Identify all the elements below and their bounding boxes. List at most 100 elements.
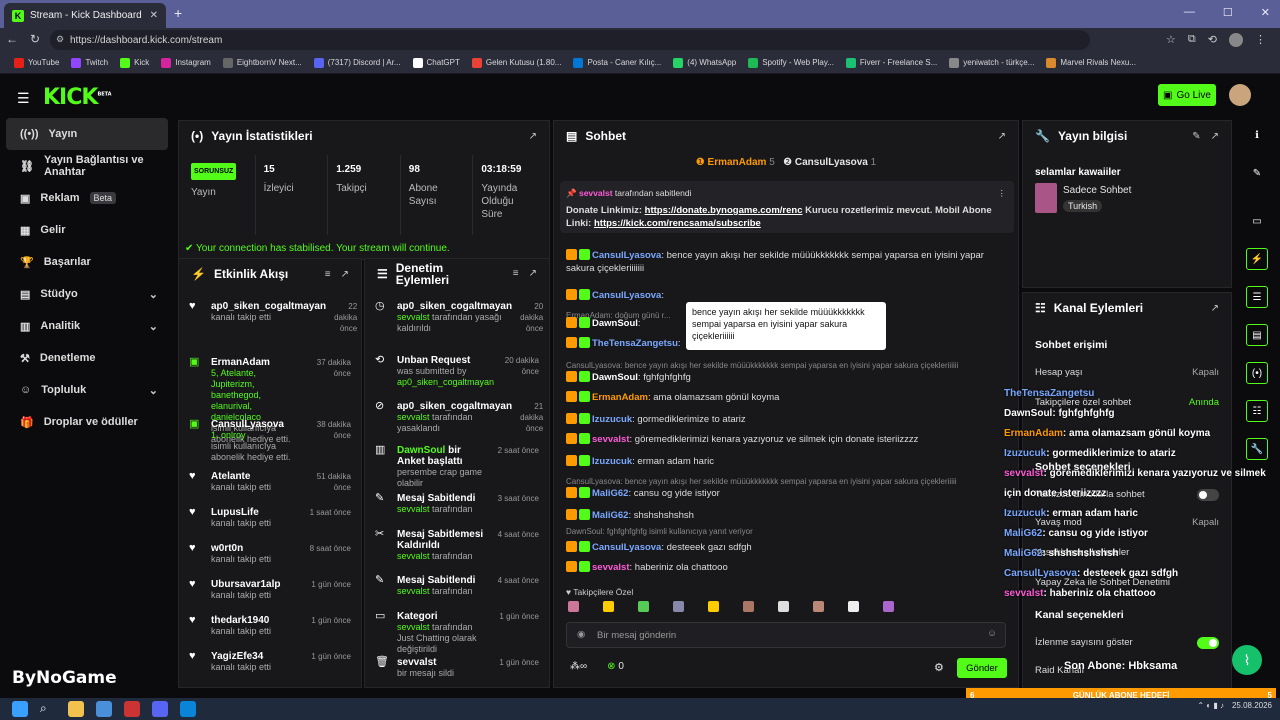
edge-icon[interactable]	[180, 701, 196, 717]
chat-username[interactable]: Izuzucuk	[592, 456, 632, 467]
popout-icon[interactable]: ↗	[1211, 303, 1219, 314]
show-viewcount-row[interactable]: İzlenme sayısını göster	[1035, 637, 1219, 649]
chat-message[interactable]: sevvalst: haberiniz ola chattooo	[566, 561, 1006, 574]
pencil-icon[interactable]: ✎	[1246, 162, 1268, 184]
chat-username[interactable]: sevvalst	[592, 562, 630, 573]
chat-username[interactable]: CansulLyasova	[592, 290, 661, 301]
site-info-icon[interactable]: ⚙	[56, 34, 64, 45]
emote[interactable]	[568, 601, 579, 612]
chat-username[interactable]: sevvalst	[592, 434, 630, 445]
app-icon[interactable]	[124, 701, 140, 717]
history-icon[interactable]: ⟲	[1208, 33, 1217, 47]
feed-item[interactable]: ♥ Atelante kanalı takip etti 51 dakika önce	[179, 471, 361, 493]
bookmark-item[interactable]: Posta - Caner Kılıç...	[567, 57, 667, 68]
feed-item[interactable]: ♥ ap0_siken_cogaltmayan kanalı takip etti 2…	[179, 301, 361, 334]
emote[interactable]	[848, 601, 859, 612]
sidebar-item[interactable]: ▥ Analitik ⌄	[0, 310, 174, 342]
menu-icon[interactable]: ⋮	[1255, 33, 1266, 47]
emote[interactable]	[743, 601, 754, 612]
subscribe-link[interactable]: https://kick.com/rencsama/subscribe	[594, 218, 761, 229]
feed-item[interactable]: ♥ Ubursavar1alp kanalı takip etti 1 gün önc…	[179, 579, 361, 601]
extensions-icon[interactable]: ⧉	[1188, 33, 1196, 47]
chat-message[interactable]: Izuzucuk: erman adam haric	[566, 455, 1006, 468]
app-icon[interactable]	[96, 701, 112, 717]
browser-tab[interactable]: K Stream - Kick Dashboard ✕	[4, 3, 166, 28]
minimize-icon[interactable]: —	[1184, 6, 1195, 19]
bookmark-item[interactable]: (4) WhatsApp	[667, 57, 742, 68]
bookmark-item[interactable]: Gelen Kutusu (1.80...	[466, 57, 568, 68]
chat-username[interactable]: Izuzucuk	[592, 414, 632, 425]
sidebar-item[interactable]: ▣ Reklam Beta	[0, 182, 174, 214]
popout-icon[interactable]: ↗	[529, 131, 537, 142]
mod-item[interactable]: ▥ DawnSoul bir Anket başlattı persembe cra…	[365, 445, 549, 489]
bookmark-item[interactable]: Fiverr - Freelance S...	[840, 57, 943, 68]
close-tab-icon[interactable]: ✕	[150, 10, 158, 21]
filter-icon[interactable]: ≡	[325, 269, 331, 280]
user-avatar[interactable]	[1229, 84, 1251, 106]
feed-item[interactable]: ♥ YagizEfe34 kanalı takip etti 1 gün önce	[179, 651, 361, 673]
bookmark-item[interactable]: EightbornV Next...	[217, 57, 308, 68]
discord-icon[interactable]	[152, 701, 168, 717]
account-age-row[interactable]: Hesap yaşı Kapalı	[1035, 367, 1219, 378]
emote[interactable]	[673, 601, 684, 612]
chat-message[interactable]: CansulLyasova: desteeek gazı sdfgh	[566, 541, 1006, 554]
feed-item[interactable]: ♥ w0rt0n kanalı takip etti 8 saat önce	[179, 543, 361, 565]
donate-link[interactable]: https://donate.bynogame.com/renc	[645, 205, 803, 216]
feed-item[interactable]: ♥ thedark1940 kanalı takip etti 1 gün önce	[179, 615, 361, 637]
chat-username[interactable]: DawnSoul	[592, 318, 638, 329]
mod-item[interactable]: ✎ Mesaj Sabitlendi sevvalst tarafından 3 sa…	[365, 493, 549, 515]
sidebar-item[interactable]: ⛓ Yayın Bağlantısı ve Anahtar	[0, 150, 174, 182]
mod-item[interactable]: ⊘ ap0_siken_cogaltmayan sevvalst tarafında…	[365, 401, 549, 434]
popout-icon[interactable]: ↗	[341, 269, 349, 280]
unpin-icon[interactable]: ⋮	[998, 187, 1007, 200]
sidebar-item[interactable]: ☺ Topluluk ⌄	[0, 374, 174, 406]
popout-icon[interactable]: ↗	[1211, 131, 1219, 142]
bookmark-item[interactable]: yeniwatch - türkçe...	[943, 57, 1040, 68]
mod-item[interactable]: ✎ Mesaj Sabitlendi sevvalst tarafından 4 sa…	[365, 575, 549, 597]
go-live-button[interactable]: ▣ Go Live	[1158, 84, 1216, 106]
windows-start-icon[interactable]	[12, 701, 28, 717]
sidebar-item[interactable]: ▦ Gelir	[0, 214, 174, 246]
emote[interactable]	[883, 601, 894, 612]
chat-username[interactable]: ErmanAdam	[592, 392, 648, 403]
kick-logo[interactable]: KICKBETA	[43, 85, 112, 110]
maximize-icon[interactable]: ☐	[1223, 6, 1233, 19]
chat-message[interactable]: CansulLyasova: bence yayın akışı her sek…	[566, 249, 1006, 275]
edit-icon[interactable]: ✎	[1192, 131, 1200, 142]
popout-icon[interactable]: ↗	[529, 268, 537, 280]
list-rail-icon[interactable]: ☰	[1246, 286, 1268, 308]
screen-icon[interactable]: ▭	[1246, 210, 1268, 232]
gifter-2-name[interactable]: CansulLyasova	[795, 157, 868, 168]
viewcount-toggle[interactable]	[1197, 637, 1219, 649]
chat-username[interactable]: TheTensaZangetsu	[592, 338, 678, 349]
profile-avatar[interactable]	[1229, 33, 1243, 47]
sidebar-item[interactable]: ((•)) Yayın	[6, 118, 168, 150]
emote[interactable]	[603, 601, 614, 612]
chat-message[interactable]: MaliG62: shshshshshsh	[566, 509, 1006, 522]
pinned-by-user[interactable]: sevvalst	[579, 188, 613, 198]
sidebar-item[interactable]: 🏆 Başarılar	[0, 246, 174, 278]
new-tab-icon[interactable]: +	[174, 5, 182, 21]
bookmark-item[interactable]: Kick	[114, 57, 155, 68]
chat-message[interactable]: DawnSoul: fghfghfghfg	[566, 371, 1006, 384]
emote[interactable]	[813, 601, 824, 612]
chat-username[interactable]: DawnSoul	[592, 372, 638, 383]
sidebar-item[interactable]: 🎁 Droplar ve ödüller	[0, 406, 174, 438]
sidebar-item[interactable]: ▤ Stüdyo ⌄	[0, 278, 174, 310]
hamburger-icon[interactable]: ☰	[17, 90, 30, 107]
feed-item[interactable]: ♥ LupusLife kanalı takip etti 1 saat önce	[179, 507, 361, 529]
close-window-icon[interactable]: ✕	[1261, 6, 1270, 19]
sidebar-item[interactable]: ⚒ Denetleme	[0, 342, 174, 374]
mod-item[interactable]: ▭ Kategori sevvalst tarafından Just Chatti…	[365, 611, 549, 655]
mod-item[interactable]: ✂ Mesaj Sabitlemesi Kaldırıldı sevvalst ta…	[365, 529, 549, 562]
back-icon[interactable]: ←	[6, 32, 18, 46]
search-icon[interactable]: ⌕	[40, 701, 56, 717]
bookmark-item[interactable]: Spotify - Web Play...	[742, 57, 840, 68]
chat-message[interactable]: sevvalst: göremediklerimizi kenara yazıy…	[566, 433, 1006, 446]
chat-message[interactable]: CansulLyasova:	[566, 289, 1006, 302]
mod-item[interactable]: 🗑 sevvalst bir mesajı sildi 1 gün önce	[365, 657, 549, 679]
gifter-1-name[interactable]: ErmanAdam	[708, 157, 767, 168]
bookmark-item[interactable]: Instagram	[155, 57, 217, 68]
chat-username[interactable]: MaliG62	[592, 510, 628, 521]
chat-message[interactable]: MaliG62: cansu og yide istiyor	[566, 487, 1006, 500]
